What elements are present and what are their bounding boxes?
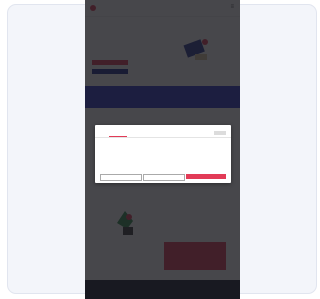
consent-provider-logo bbox=[214, 131, 226, 135]
mobile-page-preview: ≡ bbox=[85, 0, 240, 299]
cookie-consent-dialog bbox=[95, 125, 231, 183]
active-tab-indicator bbox=[109, 136, 127, 137]
allow-all-button[interactable] bbox=[186, 174, 226, 179]
deny-button[interactable] bbox=[100, 174, 142, 181]
customize-button[interactable] bbox=[143, 174, 185, 181]
consent-tabs bbox=[95, 130, 231, 138]
